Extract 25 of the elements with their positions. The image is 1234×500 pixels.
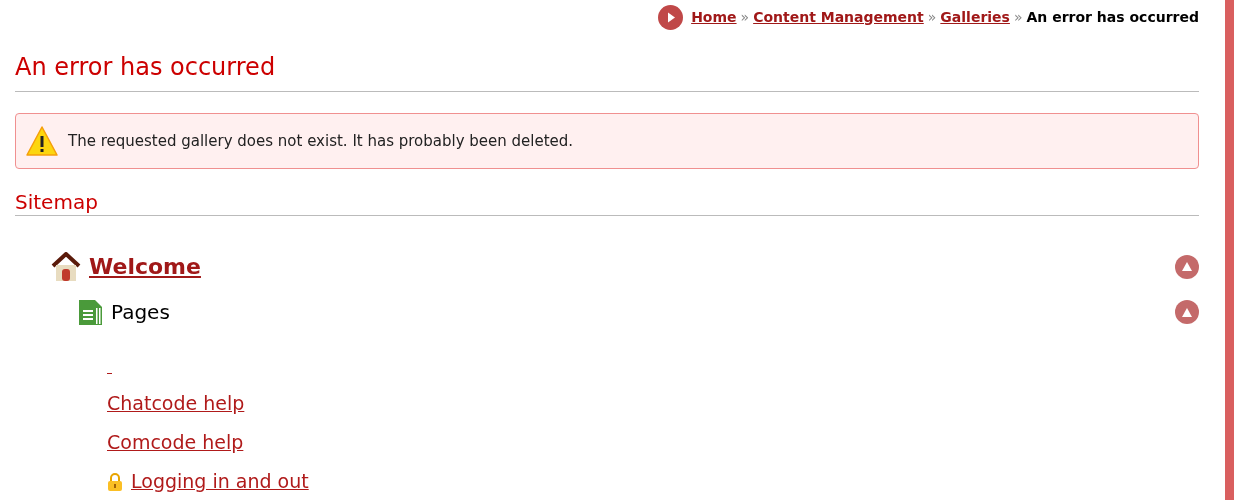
page-title: An error has occurred bbox=[15, 49, 1199, 92]
collapse-button[interactable] bbox=[1175, 254, 1199, 279]
sitemap-category: Pages bbox=[111, 299, 170, 326]
warning-icon bbox=[26, 126, 58, 156]
document-icon bbox=[79, 299, 103, 325]
breadcrumb-separator: » bbox=[1013, 7, 1023, 27]
sitemap-link[interactable]: Logging in and out bbox=[131, 467, 309, 496]
breadcrumb-link[interactable]: Home bbox=[691, 6, 737, 28]
breadcrumb-link[interactable]: Content Management bbox=[753, 6, 924, 28]
breadcrumb-link[interactable]: Galleries bbox=[940, 6, 1010, 28]
scrollbar[interactable] bbox=[1225, 0, 1234, 500]
play-icon bbox=[658, 4, 684, 30]
padlock-icon bbox=[107, 472, 123, 491]
error-text: The requested gallery does not exist. It has probably been deleted. bbox=[68, 130, 574, 152]
house-icon bbox=[51, 251, 81, 282]
sitemap-root-link[interactable]: Welcome bbox=[89, 250, 201, 283]
sitemap-link[interactable]: Comcode help bbox=[107, 428, 244, 457]
breadcrumb-current: An error has occurred bbox=[1026, 7, 1199, 27]
sitemap-link[interactable]: Chatcode help bbox=[107, 389, 245, 418]
breadcrumb-separator: » bbox=[740, 7, 750, 27]
section-heading: Sitemap bbox=[15, 189, 1199, 216]
triangle-icon bbox=[1182, 262, 1192, 271]
breadcrumb-separator: » bbox=[927, 7, 937, 27]
collapse-button[interactable] bbox=[1175, 300, 1199, 324]
triangle-icon bbox=[1182, 307, 1192, 317]
